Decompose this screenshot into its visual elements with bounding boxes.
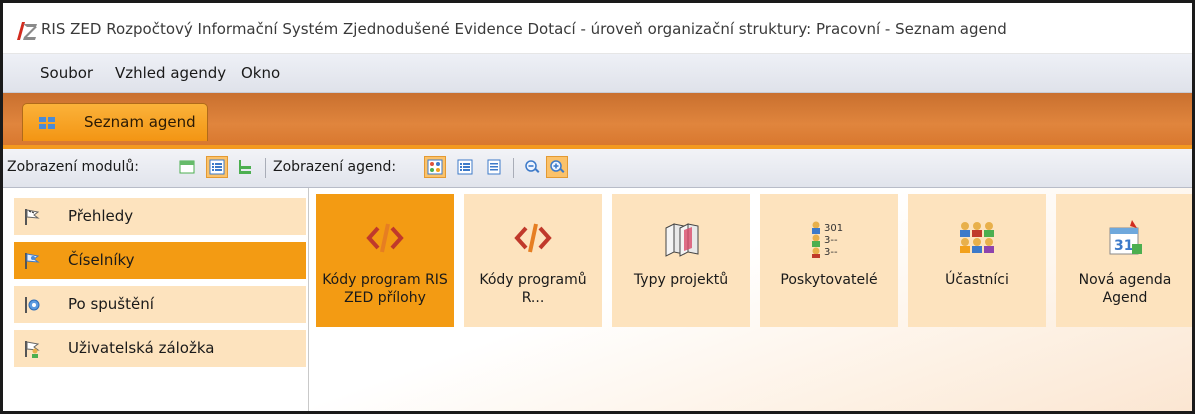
participants-icon — [960, 222, 994, 253]
agendas-list-view-button[interactable] — [454, 156, 476, 178]
agenda-tile[interactable]: Účastníci — [908, 194, 1046, 327]
menu-soubor[interactable]: Soubor — [40, 64, 93, 82]
menu-vzhled-agendy[interactable]: Vzhled agendy — [115, 64, 226, 82]
agenda-tile[interactable]: Typy projektů — [612, 194, 750, 327]
agenda-tile-label: Typy projektů — [633, 272, 729, 288]
sidebar-item-label: Po spuštění — [68, 295, 154, 313]
agenda-tile[interactable]: Kódy programů R... — [464, 194, 602, 327]
agenda-tile-label: Kódy programů R... — [479, 272, 587, 306]
agenda-tile[interactable]: 301 3-- 3-- Poskytovatelé — [760, 194, 898, 327]
single-panel-icon — [179, 160, 195, 174]
agendas-view-label: Zobrazení agend: — [273, 159, 397, 175]
user-flag-icon — [25, 341, 40, 358]
agenda-tile[interactable]: 31 Nová agenda Agend — [1056, 194, 1192, 327]
modules-view-label: Zobrazení modulů: — [7, 159, 139, 175]
svg-text:3--: 3-- — [824, 235, 838, 246]
code-brackets-icon — [366, 223, 404, 253]
zoom-out-button[interactable] — [521, 156, 543, 178]
title-bar: RIS ZED Rozpočtový Informační Systém Zje… — [3, 3, 1192, 54]
gear-flag-icon — [25, 297, 40, 313]
agenda-tile-label: Kódy program RIS ZED přílohy — [322, 272, 448, 306]
providers-list-icon: 301 3-- 3-- — [812, 221, 843, 258]
toolbar-separator — [513, 158, 514, 178]
sidebar-item-uzivatelska-zalozka[interactable]: Uživatelská záložka — [14, 330, 306, 367]
sidebar-item-ciselniky[interactable]: Číselníky — [14, 242, 306, 279]
window-title: RIS ZED Rozpočtový Informační Systém Zje… — [41, 20, 1007, 38]
sidebar-item-po-spusteni[interactable]: Po spuštění — [14, 286, 306, 323]
svg-text:31: 31 — [1114, 238, 1133, 254]
menu-okno[interactable]: Okno — [241, 64, 280, 82]
svg-text:301: 301 — [824, 223, 843, 234]
code-brackets-icon — [514, 223, 552, 253]
large-icons-icon — [427, 159, 443, 175]
calendar-new-icon: 31 — [1109, 220, 1142, 255]
agenda-tile-label: Účastníci — [945, 272, 1009, 288]
view-toolbar: Zobrazení modulů: Zobrazení agend: — [3, 149, 1192, 188]
menu-bar: Soubor Vzhled agendy Okno — [3, 54, 1192, 93]
zoom-out-icon — [525, 160, 540, 173]
tab-label: Seznam agend — [84, 113, 196, 131]
module-sidebar: Přehledy Číselníky Po spuštění Uživatels… — [3, 188, 309, 411]
flag-icon — [25, 253, 40, 269]
application-window: RIS ZED Rozpočtový Informační Systém Zje… — [0, 0, 1195, 414]
list-icon — [457, 159, 473, 175]
modules-list-view-button[interactable] — [206, 156, 228, 178]
modules-tree-view-button[interactable] — [234, 156, 256, 178]
books-icon — [665, 223, 699, 257]
sidebar-item-label: Uživatelská záložka — [68, 339, 215, 357]
tab-strip: Seznam agend — [3, 93, 1192, 149]
tab-seznam-agend[interactable]: Seznam agend — [22, 103, 208, 141]
agenda-tiles-area: Kódy program RIS ZED přílohy Kódy progra… — [309, 188, 1192, 411]
list-icon — [209, 159, 225, 175]
sidebar-item-prehledy[interactable]: Přehledy — [14, 198, 306, 235]
grid-icon — [39, 117, 55, 129]
flag-icon — [25, 209, 40, 225]
sidebar-item-label: Přehledy — [68, 207, 134, 225]
zoom-in-button[interactable] — [546, 156, 568, 178]
agenda-tile[interactable]: Kódy program RIS ZED přílohy — [316, 194, 454, 327]
modules-tiles-view-button[interactable] — [176, 156, 198, 178]
svg-text:3--: 3-- — [824, 247, 838, 258]
agendas-icons-view-button[interactable] — [424, 156, 446, 178]
agendas-details-view-button[interactable] — [483, 156, 505, 178]
toolbar-separator — [265, 158, 266, 178]
tree-icon — [239, 160, 251, 174]
app-logo-icon — [17, 22, 37, 40]
agenda-tile-label: Nová agenda Agend — [1078, 272, 1172, 306]
details-icon — [487, 159, 501, 175]
zoom-in-icon — [550, 160, 565, 173]
sidebar-item-label: Číselníky — [68, 251, 135, 269]
agenda-tile-label: Poskytovatelé — [780, 272, 878, 288]
